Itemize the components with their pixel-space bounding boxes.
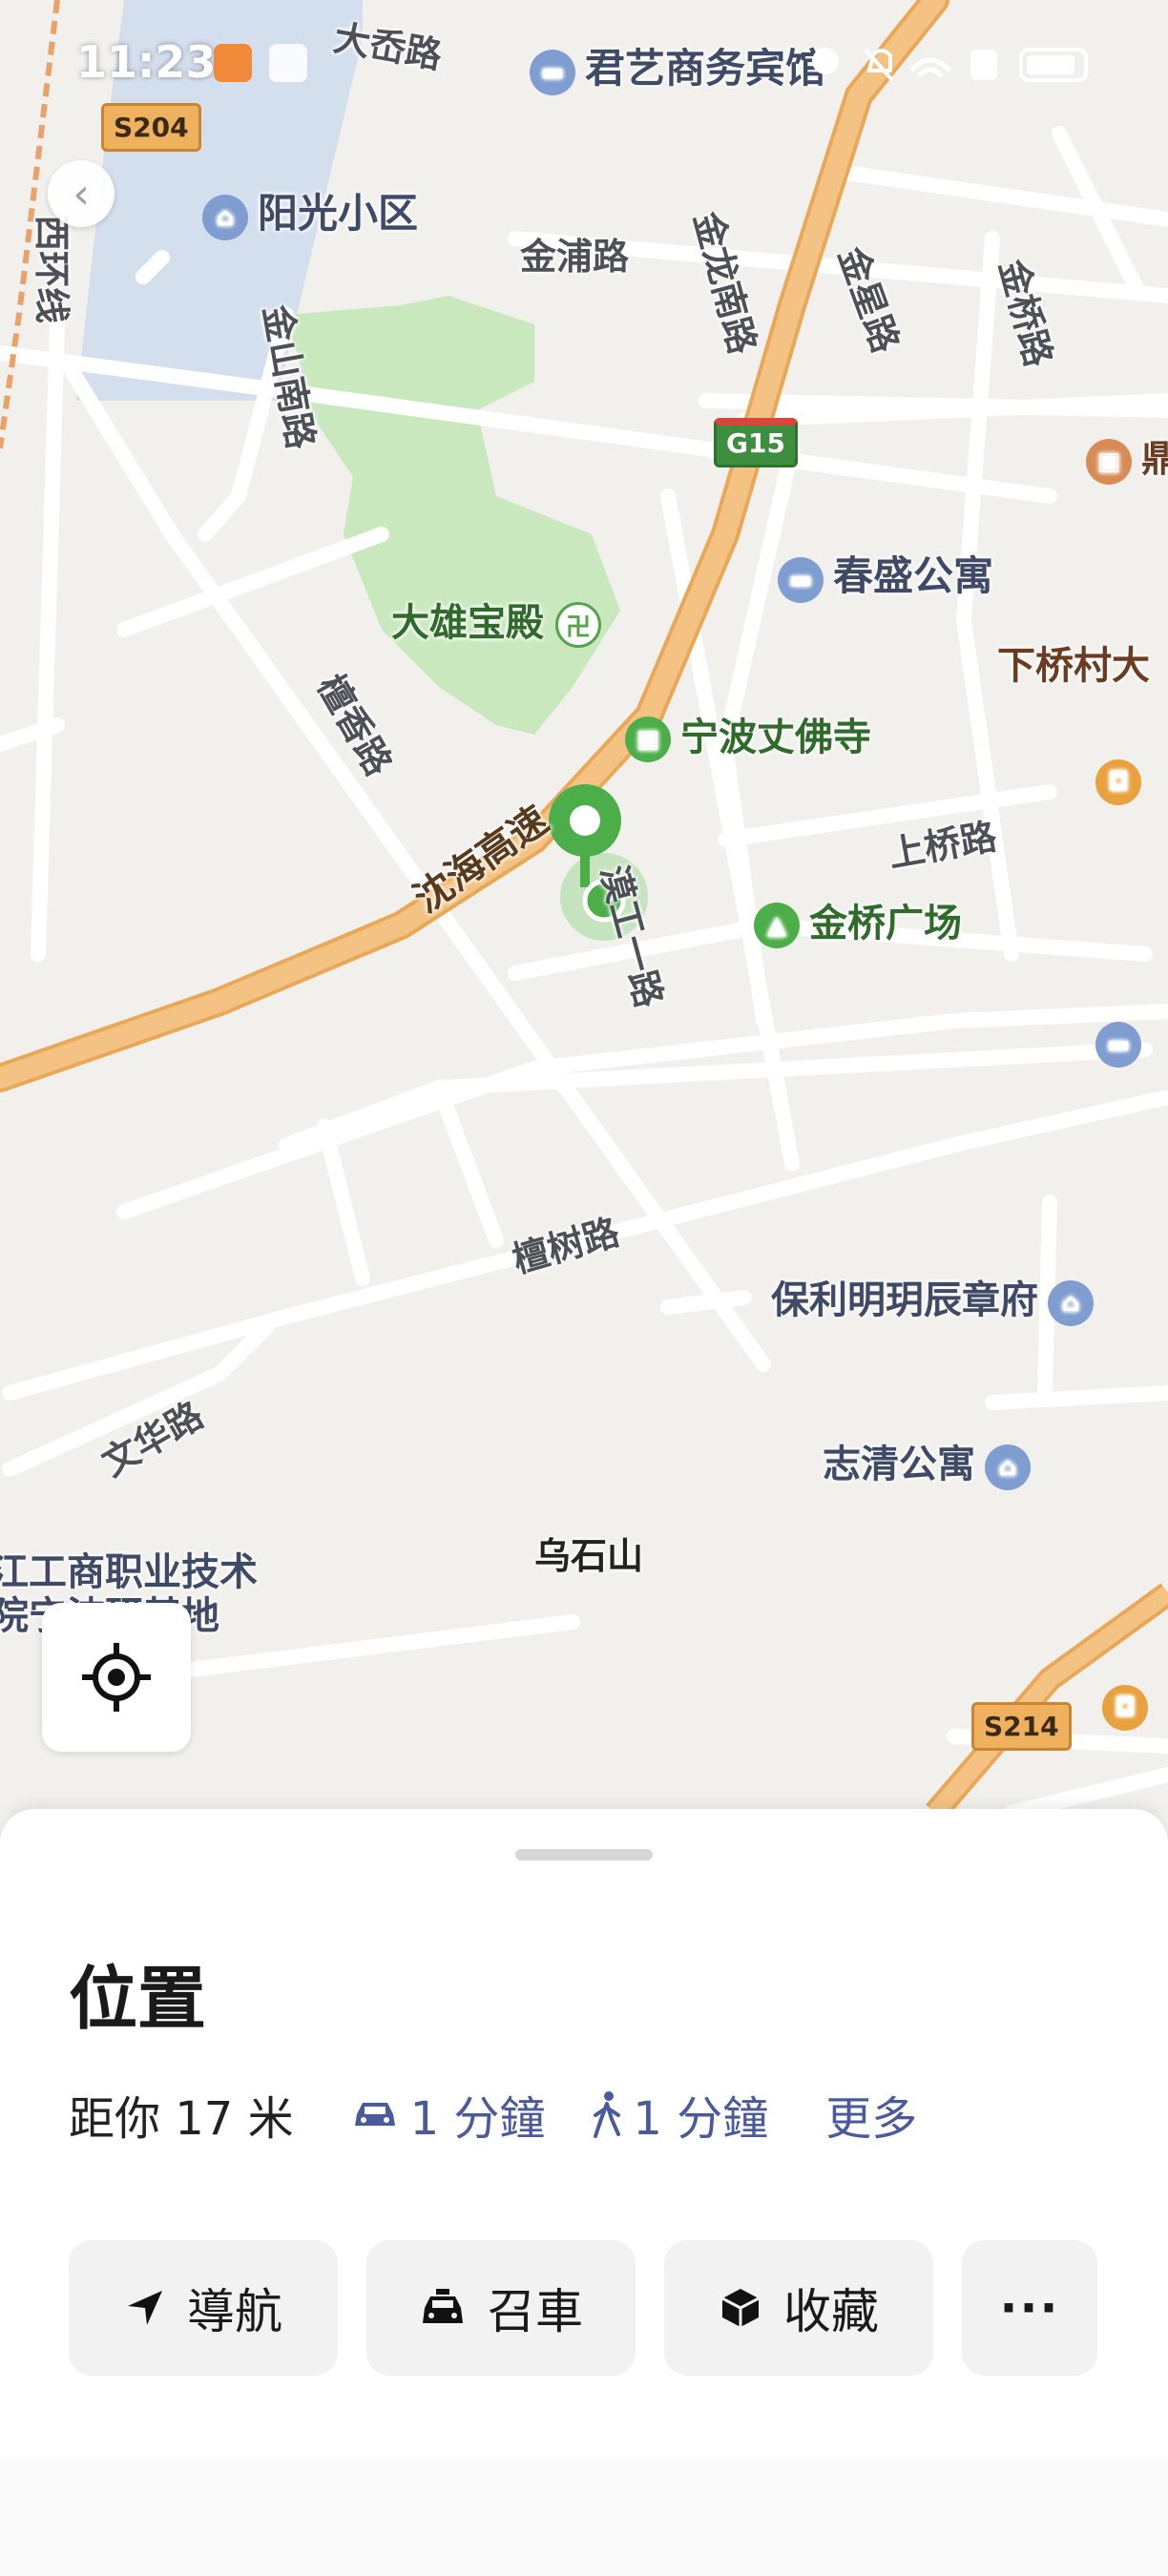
bag-icon: ◘ [1095,758,1141,805]
poi-label: 阳光小区 [258,190,419,237]
status-icons [812,48,997,82]
drive-time[interactable]: 1 分鐘 [351,2081,546,2148]
save-label: 收藏 [783,2284,879,2339]
poi-temple[interactable]: ▦ 宁波丈佛寺 [625,706,871,762]
upload-icon [269,44,307,82]
poi-shopping-edge[interactable]: ◘ [1095,758,1151,805]
status-time: 11:23 [76,36,217,88]
action-buttons: 導航 召車 收藏 ··· [69,2240,1097,2376]
poi-village[interactable]: 下桥村大 [997,634,1150,690]
battery-icon [1019,48,1088,82]
poi-temple-hall[interactable]: 大雄宝殿卍 [391,592,611,648]
walk-time[interactable]: 1 分鐘 [593,2081,768,2148]
location-sheet: 位置 距你 17 米 1 分鐘 1 分鐘 更多 導航 召車 收藏 ··· [0,1809,1168,2576]
bed-icon: ▬ [1095,1021,1141,1068]
poi-label: 保利明玥辰章府 [771,1278,1038,1322]
save-button[interactable]: 收藏 [664,2240,933,2376]
walk-time-label: 1 分鐘 [633,2092,769,2146]
ride-button[interactable]: 召車 [366,2240,636,2376]
home-icon: ⌂ [202,194,248,240]
road-label: 西环线 [31,215,73,324]
drive-time-label: 1 分鐘 [409,2092,546,2146]
road-label: 金浦路 [520,236,630,278]
home-icon: ⌂ [985,1444,1031,1490]
poi-label: 春盛公寓 [833,552,994,599]
highway-shield: G15 [714,418,798,467]
back-button[interactable]: ‹ [48,160,115,227]
more-link[interactable]: 更多 [825,2081,917,2148]
crosshair-icon [82,1643,151,1712]
navigation-arrow-icon [128,2291,162,2325]
navigate-label: 導航 [187,2284,282,2339]
distance-text: 距你 17 米 [69,2092,294,2146]
poi-shopping-edge[interactable]: ◘ [1102,1684,1158,1731]
walk-icon [594,2091,621,2138]
poi-label: 大雄宝殿 [391,601,544,645]
locate-me-button[interactable] [42,1603,191,1752]
home-icon: ⌂ [1048,1279,1094,1326]
tree-icon: ▲ [754,903,800,948]
location-title: 位置 [69,1959,207,2039]
ride-label: 召車 [488,2284,583,2339]
poi-hotel-edge[interactable]: ▬ [1095,1021,1151,1068]
drag-handle[interactable] [515,1849,653,1860]
map-view[interactable]: 大岙路 金浦路 金龙南路 金星路 金桥路 西环线 金山南路 檀香路 沈海高速 上… [0,0,1168,1813]
poi-residential[interactable]: ⌂ 阳光小区 [202,181,418,240]
poi-edge[interactable]: ▣ 鼎 [1086,429,1168,485]
bag-icon: ◘ [1102,1684,1148,1731]
highway-shield: S214 [971,1702,1072,1751]
temple-icon: ▦ [625,717,671,762]
bed-icon: ▬ [778,556,824,603]
status-bar: 11:23 [0,0,1168,134]
poi-label: 江工商职业技术 [0,1550,258,1594]
poi-label: 志清公寓 [823,1443,975,1486]
chevron-left-icon: ‹ [73,169,90,218]
taxi-icon [423,2289,463,2323]
poi-poly[interactable]: 保利明玥辰章府 ⌂ [771,1269,1103,1326]
poi-mountain[interactable]: 乌石山 [534,1527,643,1579]
distance-info: 距你 17 米 1 分鐘 1 分鐘 更多 [69,2086,917,2146]
more-options-button[interactable]: ··· [962,2240,1097,2376]
poi-apartment[interactable]: ▬ 春盛公寓 [778,544,993,603]
temple-icon: 卍 [555,602,601,648]
poi-zhiqing[interactable]: 志清公寓 ⌂ [823,1433,1040,1490]
poi-label: 金桥广场 [809,902,962,945]
poi-label: 鼎 [1141,438,1168,480]
poi-plaza[interactable]: ▲ 金桥广场 [754,892,962,948]
navigate-button[interactable]: 導航 [69,2240,338,2376]
more-dots-icon: ··· [999,2280,1060,2336]
restaurant-icon: ▣ [1086,438,1132,485]
app-notification-icon [214,44,252,82]
cube-icon [721,2289,760,2327]
bottom-area [0,2458,1168,2576]
car-icon [354,2103,395,2126]
poi-label: 宁波丈佛寺 [680,716,871,759]
